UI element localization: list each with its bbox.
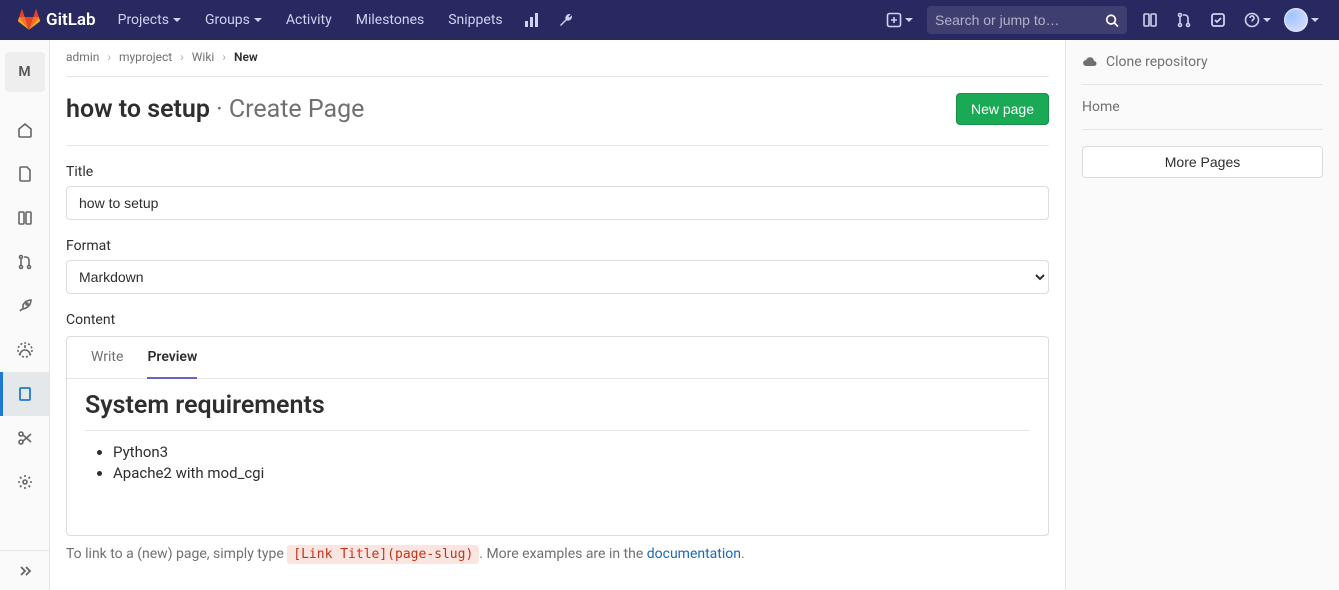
chevron-down-icon (1263, 18, 1271, 22)
search-icon (1105, 13, 1119, 28)
more-pages-button[interactable]: More Pages (1082, 146, 1323, 178)
help-text: To link to a (new) page, simply type [Li… (66, 546, 1049, 562)
nav-todos[interactable] (1201, 0, 1235, 40)
crumb-project[interactable]: myproject (119, 50, 172, 64)
editor-box: Write Preview System requirements Python… (66, 336, 1049, 536)
crumb-wiki[interactable]: Wiki (192, 50, 215, 64)
wiki-sidebar: Clone repository Home More Pages (1066, 40, 1339, 590)
tanuki-icon (18, 9, 40, 31)
chevron-down-icon (1311, 18, 1319, 22)
sidenav-ci[interactable] (0, 284, 49, 328)
todo-icon (1210, 12, 1226, 28)
nav-projects[interactable]: Projects (106, 0, 193, 40)
nav-user-menu[interactable] (1279, 0, 1323, 40)
page-title: how to setup (66, 95, 210, 124)
nav-milestones[interactable]: Milestones (344, 0, 437, 40)
preview-heading: System requirements (85, 391, 1030, 431)
sidenav-collapse[interactable] (0, 550, 49, 590)
project-avatar[interactable]: M (5, 52, 45, 92)
sidenav-issues[interactable] (0, 196, 49, 240)
search-box[interactable] (927, 6, 1127, 34)
breadcrumb: admin › myproject › Wiki › New (66, 50, 1049, 77)
help-code: [Link Title](page-slug) (287, 545, 479, 564)
doc-icon (17, 166, 33, 182)
nav-help[interactable] (1235, 0, 1279, 40)
nav-snippets[interactable]: Snippets (436, 0, 514, 40)
sidenav-operations[interactable] (0, 328, 49, 372)
nav-metrics[interactable] (515, 0, 549, 40)
tab-write[interactable]: Write (91, 349, 123, 378)
documentation-link[interactable]: documentation (647, 546, 741, 562)
merge-request-icon (17, 254, 33, 270)
merge-request-icon (1176, 12, 1192, 28)
question-icon (1244, 12, 1260, 28)
crumb-admin[interactable]: admin (66, 50, 99, 64)
page-header: how to setup · Create Page New page (66, 77, 1049, 146)
sidenav-merge-requests[interactable] (0, 240, 49, 284)
sidenav-repository[interactable] (0, 152, 49, 196)
nav-merge-requests[interactable] (1167, 0, 1201, 40)
clone-repository-link[interactable]: Clone repository (1082, 54, 1323, 85)
chevron-down-icon (905, 18, 913, 22)
chevron-double-right-icon (17, 563, 33, 579)
plus-square-icon (886, 12, 902, 28)
tab-preview[interactable]: Preview (147, 349, 197, 379)
chevron-right-icon: › (107, 50, 111, 64)
nav-activity[interactable]: Activity (274, 0, 344, 40)
format-label: Format (66, 238, 1049, 254)
sidenav-wiki[interactable] (0, 372, 49, 416)
gitlab-logo[interactable]: GitLab (8, 9, 106, 31)
chevron-down-icon (254, 18, 262, 22)
title-label: Title (66, 164, 1049, 180)
search-input[interactable] (935, 12, 1105, 28)
sidenav-snippets[interactable] (0, 416, 49, 460)
rocket-icon (17, 298, 33, 314)
issues-icon (17, 210, 33, 226)
chevron-down-icon (173, 18, 181, 22)
page-subtitle: · Create Page (210, 95, 364, 124)
wrench-icon (558, 12, 574, 28)
scissors-icon (17, 430, 33, 446)
nav-issues[interactable] (1133, 0, 1167, 40)
crumb-current: New (234, 50, 258, 64)
content-label: Content (66, 312, 1049, 328)
gear-icon (17, 474, 33, 490)
preview-body: System requirements Python3 Apache2 with… (67, 379, 1048, 535)
home-icon (17, 122, 33, 138)
format-select[interactable]: Markdown (66, 260, 1049, 294)
project-sidenav: M (0, 40, 50, 590)
title-input[interactable] (66, 186, 1049, 220)
main-content: admin › myproject › Wiki › New how to se… (50, 40, 1066, 590)
cloud-download-icon (1082, 54, 1098, 70)
new-page-button[interactable]: New page (956, 93, 1049, 125)
operations-icon (17, 342, 33, 358)
wiki-home-link[interactable]: Home (1082, 85, 1323, 130)
nav-admin[interactable] (549, 0, 583, 40)
nav-plus[interactable] (877, 0, 921, 40)
list-item: Apache2 with mod_cgi (113, 464, 1030, 482)
sidenav-home[interactable] (0, 108, 49, 152)
top-navbar: GitLab Projects Groups Activity Mileston… (0, 0, 1339, 40)
sidenav-settings[interactable] (0, 460, 49, 504)
brand-text: GitLab (46, 10, 96, 30)
avatar (1284, 8, 1308, 32)
chart-icon (524, 12, 540, 28)
list-item: Python3 (113, 443, 1030, 461)
book-icon (17, 386, 33, 402)
chevron-right-icon: › (222, 50, 226, 64)
issues-icon (1142, 12, 1158, 28)
nav-groups[interactable]: Groups (193, 0, 274, 40)
chevron-right-icon: › (180, 50, 184, 64)
